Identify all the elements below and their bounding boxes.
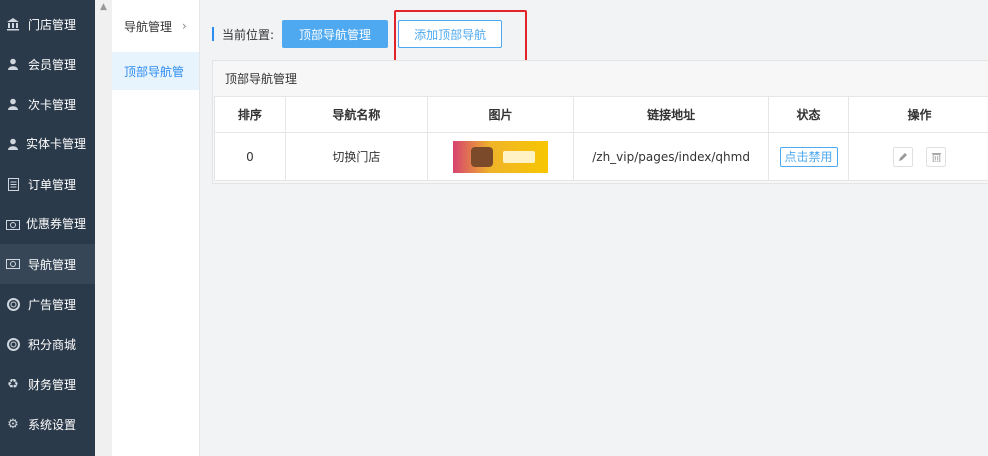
sidebar-item-label: 实体卡管理: [26, 137, 87, 151]
cell-link: /zh_vip/pages/index/qhmd: [573, 132, 770, 181]
sidebar-item-label: 导航管理: [28, 257, 77, 272]
disable-button[interactable]: 点击禁用: [779, 146, 838, 167]
lifebuoy-icon: [6, 337, 20, 351]
nav-thumbnail-image: [452, 140, 548, 173]
document-icon: [6, 177, 20, 191]
user-icon: [6, 137, 20, 151]
table-header-row: 排序 导航名称 图片 链接地址 状态 操作: [214, 96, 988, 133]
main-content: 当前位置: 顶部导航管理 添加顶部导航 顶部导航管理 排序 导航名称 图片 链接…: [200, 0, 988, 456]
cell-image: [426, 132, 575, 181]
top-nav-table: 排序 导航名称 图片 链接地址 状态 操作 0 切换门店 /zh_vip/pag…: [214, 96, 988, 181]
lifebuoy-icon: [6, 297, 20, 311]
sub-navigation: 导航管理 › 顶部导航管: [112, 0, 200, 456]
sidebar-item-label: 订单管理: [28, 177, 77, 192]
sidebar-item-label: 优惠券管理: [26, 217, 87, 231]
sidebar-item-physical-card[interactable]: 实体卡管理: [0, 128, 95, 168]
breadcrumb-label: 当前位置:: [222, 27, 275, 42]
sidebar-item-label: 会员管理: [28, 57, 77, 72]
sidebar-item-label: 次卡管理: [28, 97, 77, 112]
sidebar-item-stores[interactable]: 门店管理: [0, 4, 95, 44]
sidebar-item-navigation[interactable]: 导航管理: [0, 244, 95, 284]
sidebar-item-points-mall[interactable]: 积分商城: [0, 324, 95, 364]
cell-sort: 0: [214, 132, 286, 181]
sidebar-item-finance[interactable]: ♻ 财务管理: [0, 364, 95, 404]
panel-title: 顶部导航管理: [225, 71, 298, 86]
sidebar-item-orders[interactable]: 订单管理: [0, 164, 95, 204]
sidebar-scrollbar[interactable]: ▲: [95, 0, 112, 456]
current-page-button[interactable]: 顶部导航管理: [282, 20, 389, 48]
sidebar: 门店管理 会员管理 次卡管理 实体卡管理 订单管理 优惠券管理 导航管理 广告管…: [0, 0, 95, 456]
column-header-status: 状态: [768, 96, 849, 133]
sidebar-item-ads[interactable]: 广告管理: [0, 284, 95, 324]
top-nav-panel: 顶部导航管理 排序 导航名称 图片 链接地址 状态 操作 0 切换门店 /zh_…: [212, 60, 988, 184]
sidebar-item-wrap: 实体卡管理: [6, 136, 86, 152]
cell-actions: [848, 132, 988, 181]
chevron-right-icon: ›: [182, 19, 187, 33]
column-header-actions: 操作: [848, 96, 988, 133]
money-icon: [6, 218, 20, 232]
scroll-up-icon[interactable]: ▲: [95, 0, 112, 14]
subnav-item-top-nav[interactable]: 顶部导航管: [112, 52, 199, 90]
column-header-image: 图片: [426, 96, 575, 133]
cell-status: 点击禁用: [768, 132, 849, 181]
trash-icon[interactable]: [926, 146, 947, 167]
cell-name: 切换门店: [284, 132, 428, 181]
sidebar-item-wrap: 优惠券管理: [6, 216, 86, 232]
sidebar-item-label: 系统设置: [28, 417, 77, 432]
column-header-name: 导航名称: [284, 96, 428, 133]
sidebar-item-coupons[interactable]: 优惠券管理: [0, 208, 95, 248]
money-icon: [6, 257, 20, 271]
column-header-sort: 排序: [214, 96, 286, 133]
sidebar-item-members[interactable]: 会员管理: [0, 44, 95, 84]
column-header-link: 链接地址: [573, 96, 770, 133]
bank-icon: [6, 17, 20, 31]
subnav-item-label: 顶部导航管: [124, 64, 185, 79]
sidebar-item-label: 财务管理: [28, 377, 77, 392]
gear-icon: ⚙: [7, 416, 19, 432]
sidebar-item-settings[interactable]: ⚙ 系统设置: [0, 404, 95, 444]
sidebar-item-label: 积分商城: [28, 337, 77, 352]
sidebar-item-times-card[interactable]: 次卡管理: [0, 84, 95, 124]
breadcrumb-accent-bar: [212, 27, 214, 41]
user-icon: [6, 57, 20, 71]
sidebar-item-label: 广告管理: [28, 297, 77, 312]
edit-pencil-icon[interactable]: [892, 146, 913, 167]
sidebar-item-label: 门店管理: [28, 17, 77, 32]
subnav-header-label: 导航管理: [124, 19, 173, 34]
recycle-icon: ♻: [7, 376, 19, 392]
table-row: 0 切换门店 /zh_vip/pages/index/qhmd 点击禁用: [214, 132, 988, 181]
highlight-annotation-box: [394, 10, 527, 66]
subnav-header[interactable]: 导航管理 ›: [112, 0, 199, 52]
user-icon: [6, 97, 20, 111]
